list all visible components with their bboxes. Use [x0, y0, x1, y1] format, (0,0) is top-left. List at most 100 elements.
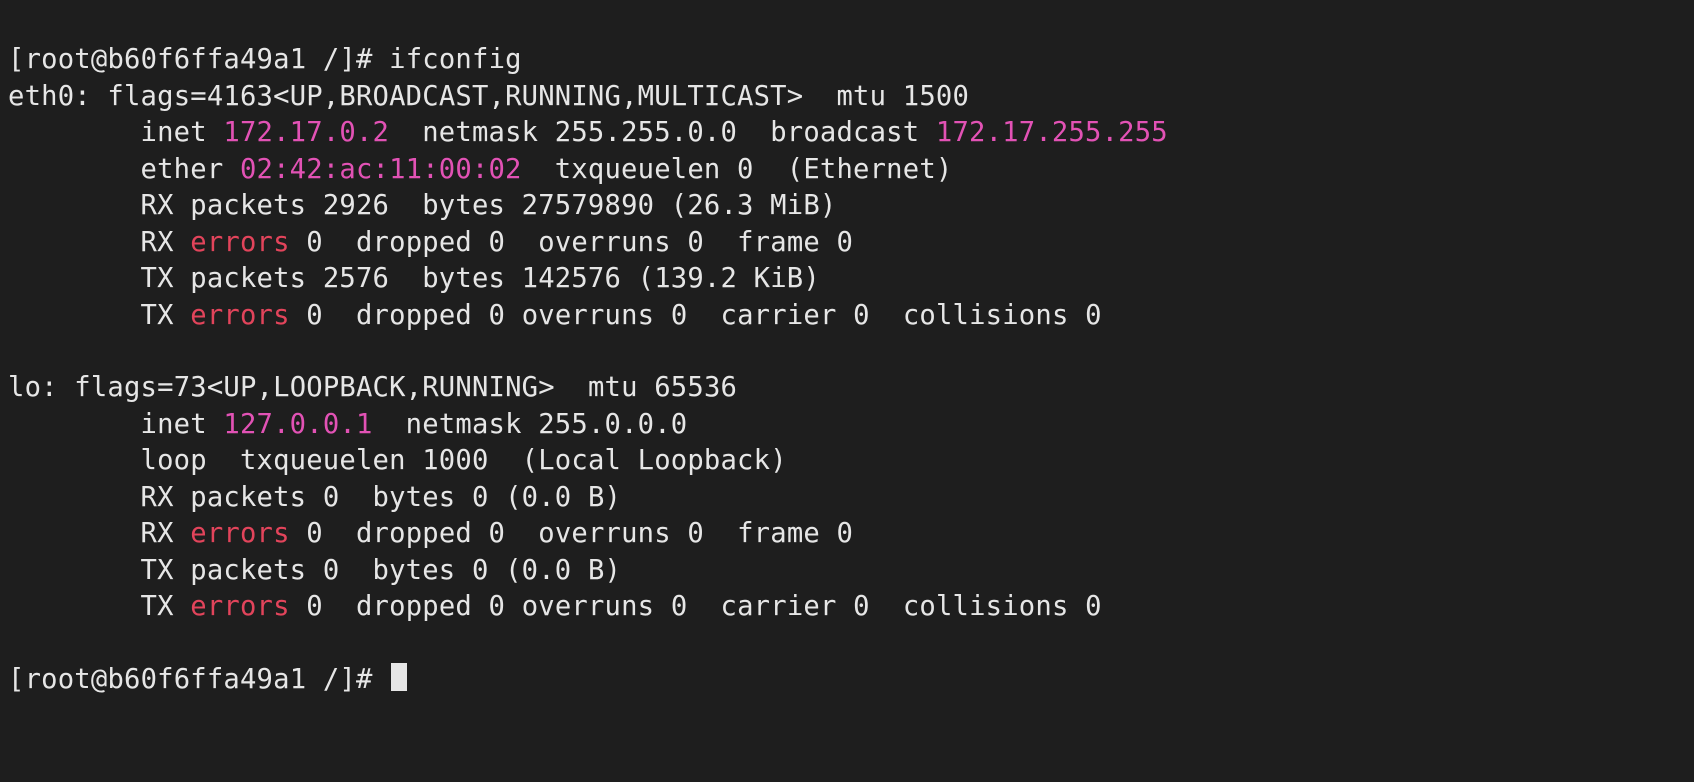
prompt-symbol: #: [356, 664, 373, 695]
label-tx-prefix: TX: [141, 300, 174, 331]
label-mtu: mtu: [588, 372, 638, 403]
label-collisions: collisions: [903, 300, 1069, 331]
lo-tx-overruns: 0: [671, 591, 688, 622]
eth0-rx-frame: 0: [837, 227, 854, 258]
label-inet: inet: [141, 409, 207, 440]
eth0-tx-errors-line: TX errors 0 dropped 0 overruns 0 carrier…: [8, 300, 1102, 331]
eth0-tx-collisions: 0: [1085, 300, 1102, 331]
eth0-netmask: 255.255.0.0: [555, 117, 737, 148]
prompt-user: root: [25, 44, 91, 75]
label-overruns: overruns: [522, 300, 655, 331]
label-rx-packets: RX packets: [141, 482, 307, 513]
lo-tx-packets: 0: [323, 555, 340, 586]
prompt-cwd: /: [323, 664, 340, 695]
iface-name: eth0: [8, 81, 74, 112]
cursor-icon: [391, 663, 407, 692]
label-rx-packets: RX packets: [141, 190, 307, 221]
eth0-tx-packets-line: TX packets 2576 bytes 142576 (139.2 KiB): [8, 263, 820, 294]
eth0-mtu: 1500: [903, 81, 969, 112]
lo-flags-num: 73: [174, 372, 207, 403]
label-tx-prefix: TX: [141, 591, 174, 622]
lo-type: Local Loopback: [538, 445, 770, 476]
label-bytes: bytes: [373, 555, 456, 586]
lo-tx-bytes-h: 0.0 B: [522, 555, 605, 586]
lo-rx-packets: 0: [323, 482, 340, 513]
label-netmask: netmask: [406, 409, 522, 440]
eth0-rx-dropped: 0: [489, 227, 506, 258]
label-overruns: overruns: [538, 518, 671, 549]
typed-command: ifconfig: [389, 44, 522, 75]
lo-tx-dropped: 0: [489, 591, 506, 622]
eth0-tx-packets: 2576: [323, 263, 389, 294]
label-flags: flags: [107, 81, 190, 112]
label-bytes: bytes: [373, 482, 456, 513]
label-collisions: collisions: [903, 591, 1069, 622]
eth0-inet-line: inet 172.17.0.2 netmask 255.255.0.0 broa…: [8, 117, 1168, 148]
prompt-user: root: [25, 664, 91, 695]
iface-name: lo: [8, 372, 41, 403]
lo-flags-list: UP,LOOPBACK,RUNNING: [223, 372, 538, 403]
label-broadcast: broadcast: [770, 117, 919, 148]
eth0-flags-list: UP,BROADCAST,RUNNING,MULTICAST: [290, 81, 787, 112]
eth0-type: Ethernet: [803, 154, 936, 185]
eth0-flags-num: 4163: [207, 81, 273, 112]
lo-tx-errors-line: TX errors 0 dropped 0 overruns 0 carrier…: [8, 591, 1102, 622]
iface-lo-header: lo: flags=73<UP,LOOPBACK,RUNNING> mtu 65…: [8, 372, 737, 403]
label-dropped: dropped: [356, 591, 472, 622]
label-frame: frame: [737, 518, 820, 549]
label-overruns: overruns: [538, 227, 671, 258]
lo-tx-bytes: 0: [472, 555, 489, 586]
label-tx-packets: TX packets: [141, 555, 307, 586]
lo-rx-overruns: 0: [687, 518, 704, 549]
label-bytes: bytes: [422, 263, 505, 294]
label-inet: inet: [141, 117, 207, 148]
lo-tx-errors: 0: [306, 591, 323, 622]
iface-eth0-header: eth0: flags=4163<UP,BROADCAST,RUNNING,MU…: [8, 81, 969, 112]
eth0-tx-carrier: 0: [853, 300, 870, 331]
label-txqueuelen: txqueuelen: [555, 154, 721, 185]
terminal-output[interactable]: [root@b60f6ffa49a1 /]# ifconfig eth0: fl…: [0, 0, 1694, 706]
label-errors: errors: [190, 227, 289, 258]
lo-inet: 127.0.0.1: [223, 409, 372, 440]
prompt-host: b60f6ffa49a1: [107, 664, 306, 695]
lo-rx-bytes: 0: [472, 482, 489, 513]
label-errors: errors: [190, 300, 289, 331]
lo-tx-packets-line: TX packets 0 bytes 0 (0.0 B): [8, 555, 621, 586]
lo-rx-errors-line: RX errors 0 dropped 0 overruns 0 frame 0: [8, 518, 853, 549]
eth0-tx-bytes-h: 139.2 KiB: [654, 263, 803, 294]
lo-rx-dropped: 0: [489, 518, 506, 549]
label-loop: loop: [141, 445, 207, 476]
label-dropped: dropped: [356, 227, 472, 258]
prompt-symbol: #: [356, 44, 373, 75]
eth0-rx-overruns: 0: [687, 227, 704, 258]
label-bytes: bytes: [422, 190, 505, 221]
lo-tx-collisions: 0: [1085, 591, 1102, 622]
lo-txqueuelen: 1000: [422, 445, 488, 476]
lo-rx-bytes-h: 0.0 B: [522, 482, 605, 513]
lo-loop-line: loop txqueuelen 1000 (Local Loopback): [8, 445, 787, 476]
eth0-tx-errors: 0: [306, 300, 323, 331]
lo-mtu: 65536: [654, 372, 737, 403]
eth0-rx-packets: 2926: [323, 190, 389, 221]
eth0-broadcast: 172.17.255.255: [936, 117, 1168, 148]
label-rx-prefix: RX: [141, 518, 174, 549]
label-ether: ether: [141, 154, 224, 185]
prompt-cwd: /: [323, 44, 340, 75]
eth0-inet: 172.17.0.2: [223, 117, 389, 148]
eth0-rx-errors: 0: [306, 227, 323, 258]
eth0-tx-dropped: 0: [489, 300, 506, 331]
eth0-ether-line: ether 02:42:ac:11:00:02 txqueuelen 0 (Et…: [8, 154, 952, 185]
lo-rx-frame: 0: [837, 518, 854, 549]
label-txqueuelen: txqueuelen: [240, 445, 406, 476]
lo-inet-line: inet 127.0.0.1 netmask 255.0.0.0: [8, 409, 687, 440]
label-errors: errors: [190, 518, 289, 549]
lo-rx-errors: 0: [306, 518, 323, 549]
eth0-rx-bytes: 27579890: [522, 190, 655, 221]
label-dropped: dropped: [356, 518, 472, 549]
eth0-mac: 02:42:ac:11:00:02: [240, 154, 522, 185]
prompt-line[interactable]: [root@b60f6ffa49a1 /]#: [8, 664, 407, 695]
label-dropped: dropped: [356, 300, 472, 331]
label-overruns: overruns: [522, 591, 655, 622]
eth0-rx-bytes-h: 26.3 MiB: [687, 190, 820, 221]
eth0-tx-bytes: 142576: [522, 263, 621, 294]
